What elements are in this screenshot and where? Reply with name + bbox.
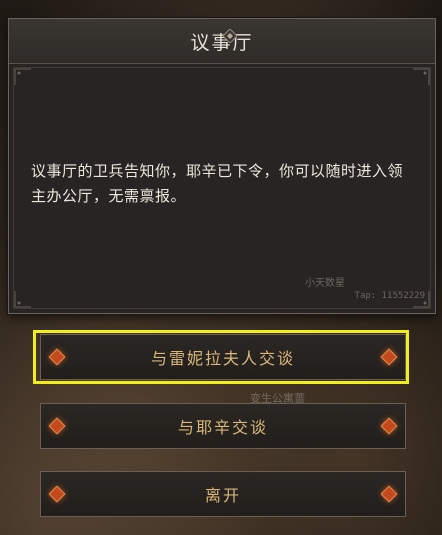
dialog-title: 议事厅	[190, 31, 254, 54]
watermark-tap-id: Tap: 11552229	[354, 291, 425, 301]
dialog-panel: 议事厅 议事厅的卫兵告知你，耶辛已下令，你可以随时进入领主办公厅，无需禀报。 小…	[8, 18, 436, 314]
dialog-body-text: 议事厅的卫兵告知你，耶辛已下令，你可以随时进入领主办公厅，无需禀报。	[31, 162, 404, 205]
selection-highlight	[33, 330, 409, 384]
option-label: 离开	[204, 486, 241, 505]
dialog-header: 议事厅	[9, 19, 435, 64]
corner-ornament-icon	[14, 291, 31, 308]
option-label: 与耶辛交谈	[177, 418, 268, 437]
corner-ornament-icon	[413, 68, 430, 85]
corner-ornament-icon	[14, 68, 31, 85]
watermark-name: 小天数星	[305, 278, 345, 289]
ornament-icon	[223, 29, 237, 43]
option-talk-yexin-button[interactable]: 与耶辛交谈	[40, 403, 406, 449]
option-leave-button[interactable]: 离开	[40, 471, 406, 517]
